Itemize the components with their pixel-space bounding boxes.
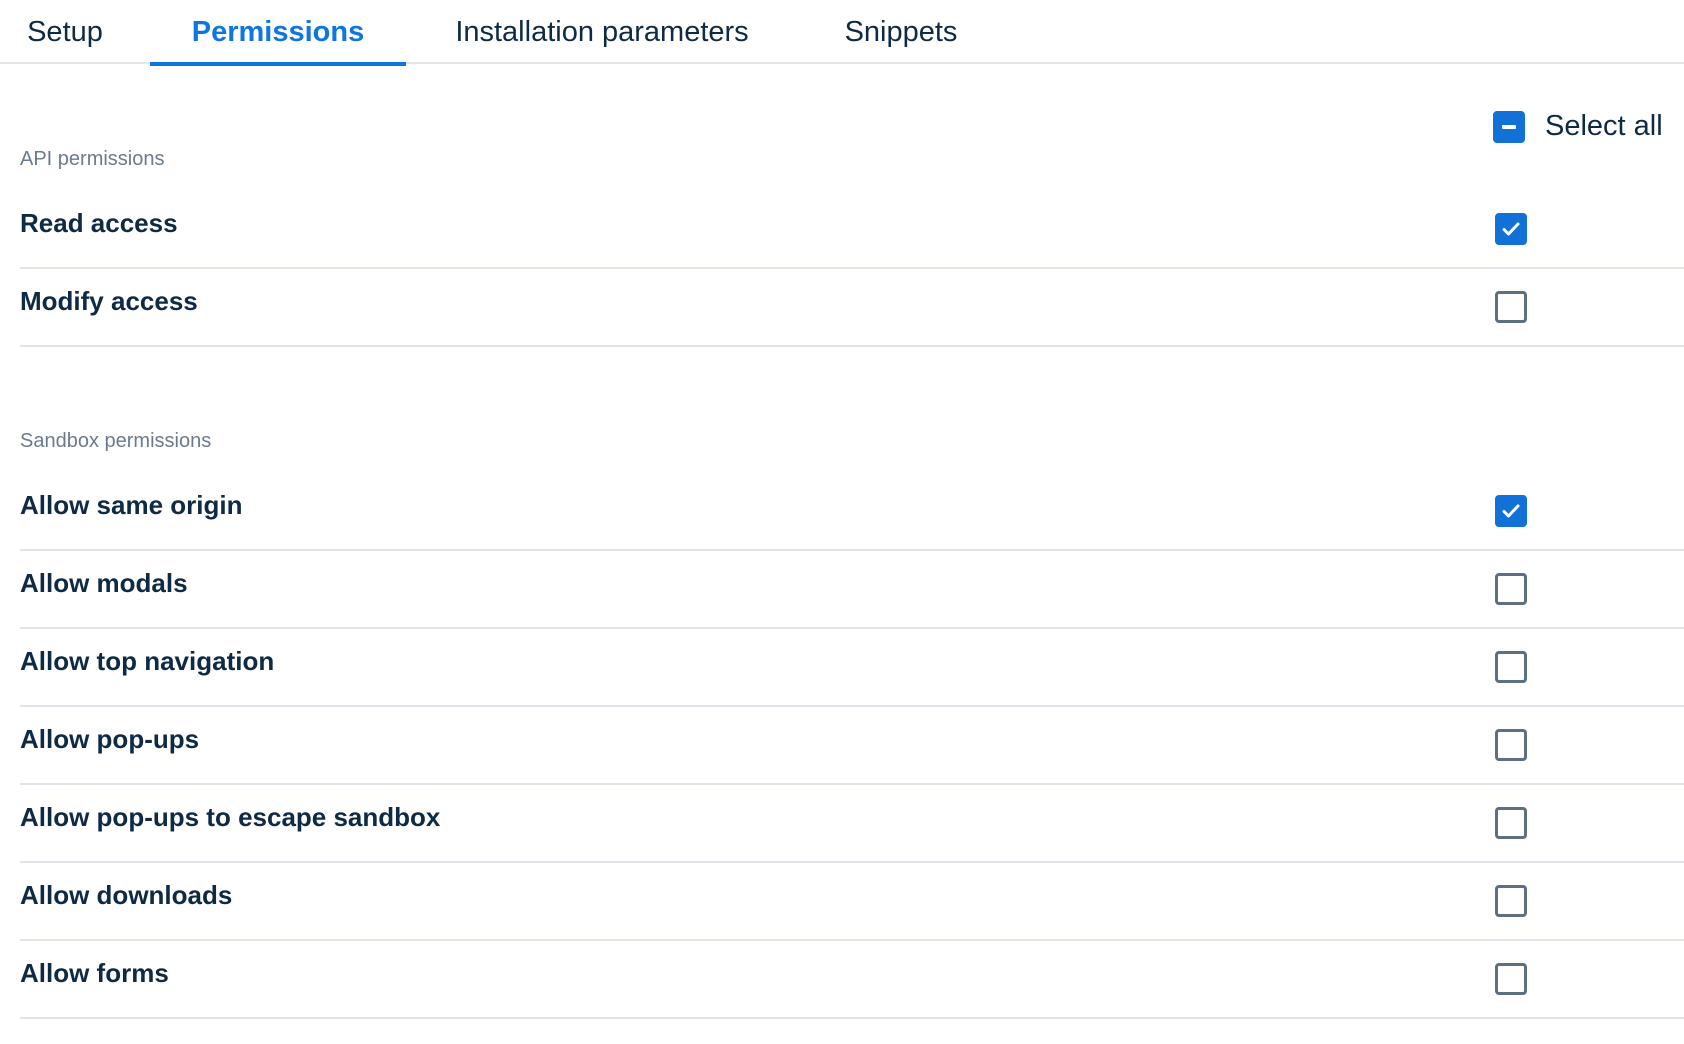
select-all-control[interactable]: Select all — [1493, 110, 1663, 143]
permission-checkbox[interactable] — [1495, 729, 1527, 761]
permission-checkbox[interactable] — [1495, 291, 1527, 323]
tab-label: Installation parameters — [455, 15, 749, 48]
permission-label: Modify access — [20, 286, 198, 316]
tab-label: Permissions — [191, 15, 365, 48]
permission-label: Allow pop-ups to escape sandbox — [20, 802, 441, 832]
tab-bar: Setup Permissions Installation parameter… — [0, 0, 1684, 66]
permission-row-modify-access[interactable]: Modify access — [20, 269, 1684, 347]
permission-label: Allow same origin — [20, 490, 243, 520]
permission-label: Read access — [20, 208, 178, 238]
permission-checkbox[interactable] — [1495, 495, 1527, 527]
app-settings-page: Setup Permissions Installation parameter… — [0, 0, 1684, 1044]
permission-row-allow-top-navigation[interactable]: Allow top navigation — [20, 629, 1684, 707]
permission-checkbox[interactable] — [1495, 651, 1527, 683]
checkmark-icon — [1502, 222, 1520, 236]
permission-checkbox[interactable] — [1495, 807, 1527, 839]
permission-checkbox[interactable] — [1495, 885, 1527, 917]
indeterminate-icon — [1502, 124, 1516, 129]
permission-row-allow-downloads[interactable]: Allow downloads — [20, 863, 1684, 941]
permission-row-allow-modals[interactable]: Allow modals — [20, 551, 1684, 629]
tab-snippets[interactable]: Snippets — [818, 0, 984, 64]
permission-label: Allow forms — [20, 958, 169, 988]
tab-label: Setup — [27, 15, 103, 48]
permission-checkbox[interactable] — [1495, 213, 1527, 245]
tab-permissions[interactable]: Permissions — [150, 0, 406, 66]
sandbox-permissions-heading: Sandbox permissions — [20, 430, 212, 452]
tab-setup[interactable]: Setup — [0, 0, 130, 64]
permission-checkbox[interactable] — [1495, 573, 1527, 605]
checkmark-icon — [1502, 504, 1520, 518]
permission-label: Allow pop-ups — [20, 724, 200, 754]
tab-label: Snippets — [844, 15, 958, 48]
permission-row-read-access[interactable]: Read access — [20, 191, 1684, 269]
permission-label: Allow downloads — [20, 880, 233, 910]
permission-checkbox[interactable] — [1495, 963, 1527, 995]
permission-row-allow-pop-ups[interactable]: Allow pop-ups — [20, 707, 1684, 785]
api-permissions-heading: API permissions — [20, 148, 165, 170]
select-all-checkbox[interactable] — [1493, 110, 1525, 143]
permission-row-allow-pop-ups-to-escape-sandbox[interactable]: Allow pop-ups to escape sandbox — [20, 785, 1684, 863]
select-all-label: Select all — [1545, 110, 1663, 142]
permission-label: Allow modals — [20, 568, 188, 598]
tab-installation-parameters[interactable]: Installation parameters — [430, 0, 774, 64]
permission-label: Allow top navigation — [20, 646, 275, 676]
permission-row-allow-same-origin[interactable]: Allow same origin — [20, 473, 1684, 551]
permission-row-allow-forms[interactable]: Allow forms — [20, 941, 1684, 1019]
